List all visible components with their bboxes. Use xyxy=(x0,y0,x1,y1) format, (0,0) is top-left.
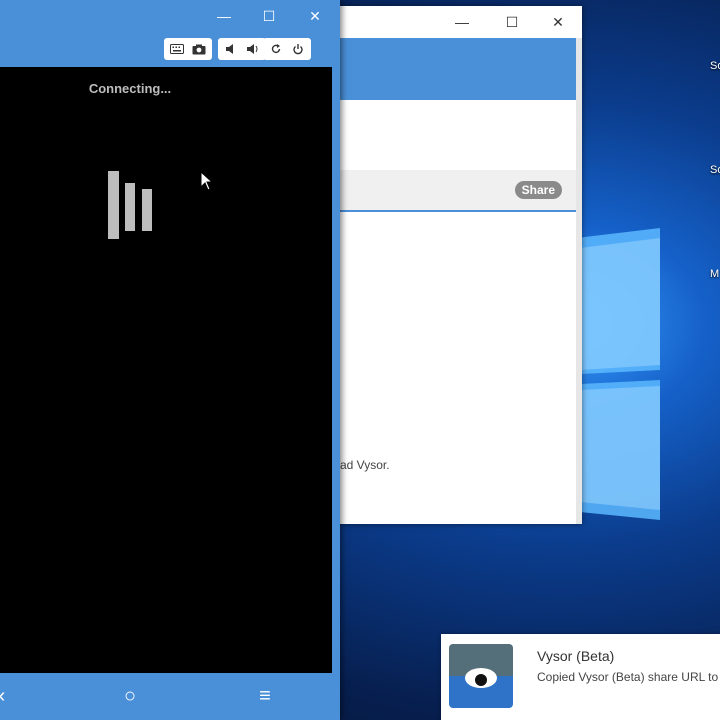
android-navbar: ‹ ○ ≡ xyxy=(0,673,340,720)
scrollbar[interactable] xyxy=(576,38,582,524)
minimize-button[interactable]: — xyxy=(450,11,474,33)
power-icon[interactable] xyxy=(288,40,308,58)
device-row[interactable]: Share xyxy=(340,170,576,212)
device-titlebar[interactable]: — ☐ ✕ xyxy=(0,0,340,34)
device-screen[interactable]: Connecting... xyxy=(0,67,332,673)
desktop-icon-label[interactable]: M xyxy=(710,268,719,280)
desktop-icon-label[interactable]: So xyxy=(710,164,720,176)
windows-logo-icon xyxy=(560,228,660,520)
camera-icon[interactable] xyxy=(189,40,209,58)
rotate-icon[interactable] xyxy=(266,40,286,58)
desktop-icon-label[interactable]: So xyxy=(710,60,720,72)
home-button[interactable]: ○ xyxy=(116,683,144,709)
close-button[interactable]: ✕ xyxy=(303,5,327,27)
volume-down-icon[interactable] xyxy=(221,40,241,58)
mouse-cursor-icon xyxy=(200,171,214,191)
vysor-app-window: — ☐ ✕ Share ad Vysor. xyxy=(340,6,582,524)
toolbar-group-power xyxy=(263,38,311,60)
maximize-button[interactable]: ☐ xyxy=(257,5,281,27)
app-body-text: ad Vysor. xyxy=(340,458,390,472)
close-button[interactable]: ✕ xyxy=(546,11,570,33)
vysor-device-window: — ☐ ✕ Connecting... ○ ≡ xyxy=(0,0,340,720)
vysor-app-icon xyxy=(449,644,513,708)
toolbar-group-input xyxy=(164,38,212,60)
menu-button[interactable]: ≡ xyxy=(251,683,279,709)
keyboard-icon[interactable] xyxy=(167,40,187,58)
notification-toast[interactable]: Vysor (Beta) Copied Vysor (Beta) share U… xyxy=(441,634,720,720)
maximize-button[interactable]: ☐ xyxy=(500,11,524,33)
app-titlebar[interactable]: — ☐ ✕ xyxy=(340,6,582,38)
share-button[interactable]: Share xyxy=(514,181,562,199)
device-toolbar xyxy=(0,38,340,62)
notification-title: Vysor (Beta) xyxy=(537,648,615,664)
connecting-status: Connecting... xyxy=(88,81,172,96)
notification-message: Copied Vysor (Beta) share URL to c xyxy=(537,670,720,684)
app-header xyxy=(340,38,576,100)
minimize-button[interactable]: — xyxy=(212,5,236,27)
volume-up-icon[interactable] xyxy=(243,40,263,58)
toolbar-group-volume xyxy=(218,38,266,60)
back-button[interactable]: ‹ xyxy=(0,683,16,709)
